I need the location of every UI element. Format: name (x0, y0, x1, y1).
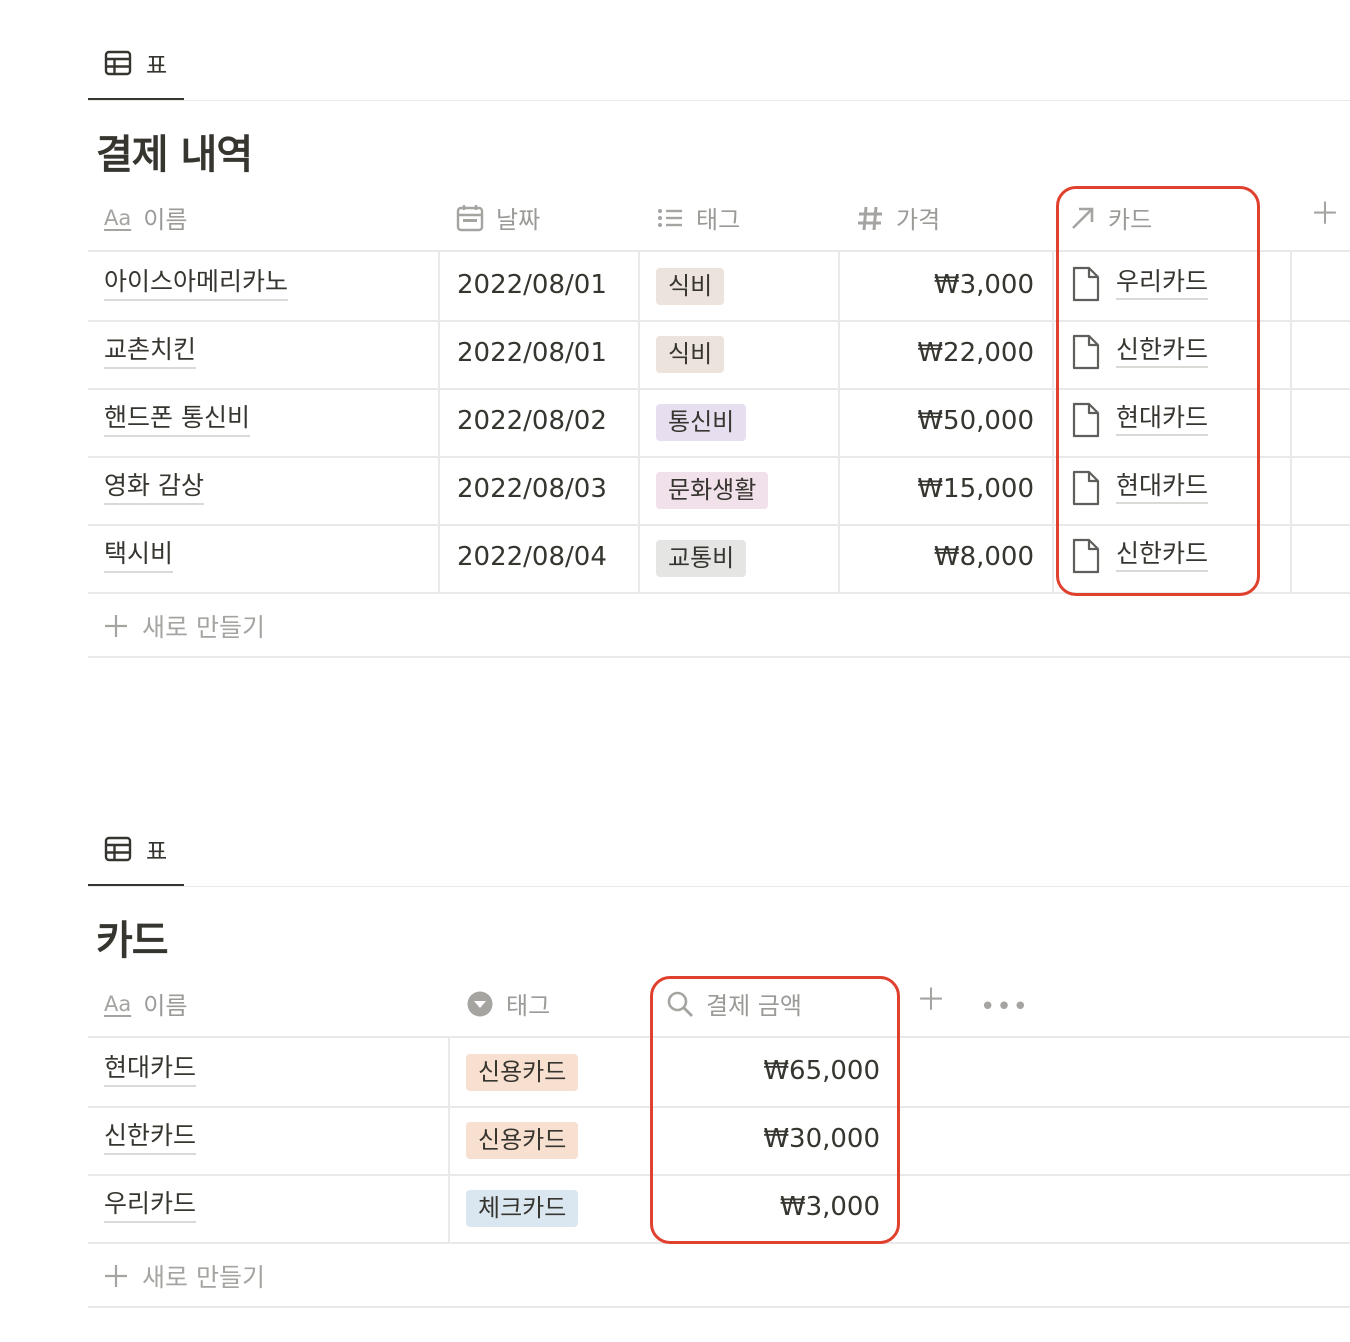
column-header-label: 태그 (506, 992, 551, 1020)
table-icon (104, 836, 132, 862)
view-tab-label: 표 (146, 53, 168, 79)
more-options-icon[interactable]: ••• (980, 992, 1029, 1022)
column-header-label: 가격 (896, 206, 941, 234)
row-name[interactable]: 교촌치킨 (104, 335, 197, 369)
column-header-price[interactable]: 가격 (856, 200, 940, 235)
database-title: 결제 내역 (96, 132, 253, 178)
row-tag-cell[interactable]: 문화생활 (656, 472, 769, 510)
row-name[interactable]: 영화 감상 (104, 471, 204, 505)
tag-badge: 신용카드 (466, 1122, 579, 1160)
highlight-box-amount-column (650, 976, 900, 1244)
column-divider (838, 252, 840, 592)
row-tag-cell[interactable]: 신용카드 (466, 1122, 579, 1160)
row-name[interactable]: 아이스아메리카노 (104, 267, 289, 301)
column-header-label: 날짜 (496, 206, 541, 234)
tag-badge: 식비 (656, 268, 725, 306)
tag-badge: 신용카드 (466, 1054, 579, 1092)
row-tag-cell[interactable]: 신용카드 (466, 1054, 579, 1092)
highlight-box-card-column (1056, 186, 1260, 596)
row-price[interactable]: ₩50,000 (850, 406, 1034, 436)
column-divider (638, 252, 640, 592)
aa-text-icon: Aa (104, 991, 132, 1016)
column-divider (438, 252, 440, 592)
row-price[interactable]: ₩15,000 (850, 474, 1034, 504)
row-date[interactable]: 2022/08/01 (457, 270, 607, 300)
row-date[interactable]: 2022/08/03 (457, 474, 607, 504)
column-divider (1290, 252, 1292, 592)
divider (88, 1306, 1350, 1308)
row-date[interactable]: 2022/08/01 (457, 338, 607, 368)
add-property-button[interactable]: ＋ (916, 986, 946, 1016)
new-row-button[interactable]: 새로 만들기 (102, 1258, 265, 1294)
row-price[interactable]: ₩8,000 (850, 542, 1034, 572)
row-name[interactable]: 우리카드 (104, 1189, 197, 1223)
column-header-tag[interactable]: 태그 (466, 986, 550, 1021)
row-tag-cell[interactable]: 통신비 (656, 404, 747, 442)
row-name[interactable]: 신한카드 (104, 1121, 197, 1155)
divider (88, 886, 1350, 887)
row-tag-cell[interactable]: 체크카드 (466, 1190, 579, 1228)
divider (88, 656, 1350, 658)
row-price[interactable]: ₩3,000 (850, 270, 1034, 300)
view-tab-table[interactable]: 표 (104, 46, 167, 80)
row-name[interactable]: 현대카드 (104, 1053, 197, 1087)
divider (88, 100, 1350, 101)
hash-icon (858, 206, 882, 230)
column-header-name[interactable]: Aa 이름 (104, 986, 187, 1021)
row-price[interactable]: ₩22,000 (850, 338, 1034, 368)
column-divider (1052, 252, 1054, 592)
row-tag-cell[interactable]: 교통비 (656, 540, 747, 578)
tag-badge: 체크카드 (466, 1190, 579, 1228)
tag-badge: 교통비 (656, 540, 747, 578)
plus-icon (105, 615, 127, 637)
row-tag-cell[interactable]: 식비 (656, 268, 725, 306)
column-divider (448, 1038, 450, 1242)
select-dropdown-icon (467, 991, 493, 1016)
row-name[interactable]: 택시비 (104, 539, 174, 573)
tag-badge: 문화생활 (656, 472, 769, 510)
list-icon (658, 208, 682, 227)
tag-badge: 식비 (656, 336, 725, 374)
row-tag-cell[interactable]: 식비 (656, 336, 725, 374)
new-row-label: 새로 만들기 (142, 613, 265, 642)
row-name[interactable]: 핸드폰 통신비 (104, 403, 250, 437)
column-header-date[interactable]: 날짜 (456, 200, 540, 235)
column-header-label: 이름 (143, 206, 188, 234)
column-header-name[interactable]: Aa 이름 (104, 200, 187, 235)
calendar-icon (456, 204, 484, 231)
add-property-button[interactable]: ＋ (1310, 200, 1340, 230)
view-tab-table[interactable]: 표 (104, 832, 167, 866)
new-row-label: 새로 만들기 (142, 1263, 265, 1292)
row-date[interactable]: 2022/08/04 (457, 542, 607, 572)
column-header-tag[interactable]: 태그 (656, 200, 740, 235)
table-icon (104, 50, 132, 76)
new-row-button[interactable]: 새로 만들기 (102, 608, 265, 644)
aa-text-icon: Aa (104, 205, 132, 230)
view-tab-label: 표 (146, 839, 168, 865)
row-date[interactable]: 2022/08/02 (457, 406, 607, 436)
plus-icon (105, 1265, 127, 1287)
column-header-label: 태그 (696, 206, 741, 234)
column-header-label: 이름 (143, 992, 188, 1020)
tag-badge: 통신비 (656, 404, 747, 442)
database-title: 카드 (96, 918, 169, 964)
